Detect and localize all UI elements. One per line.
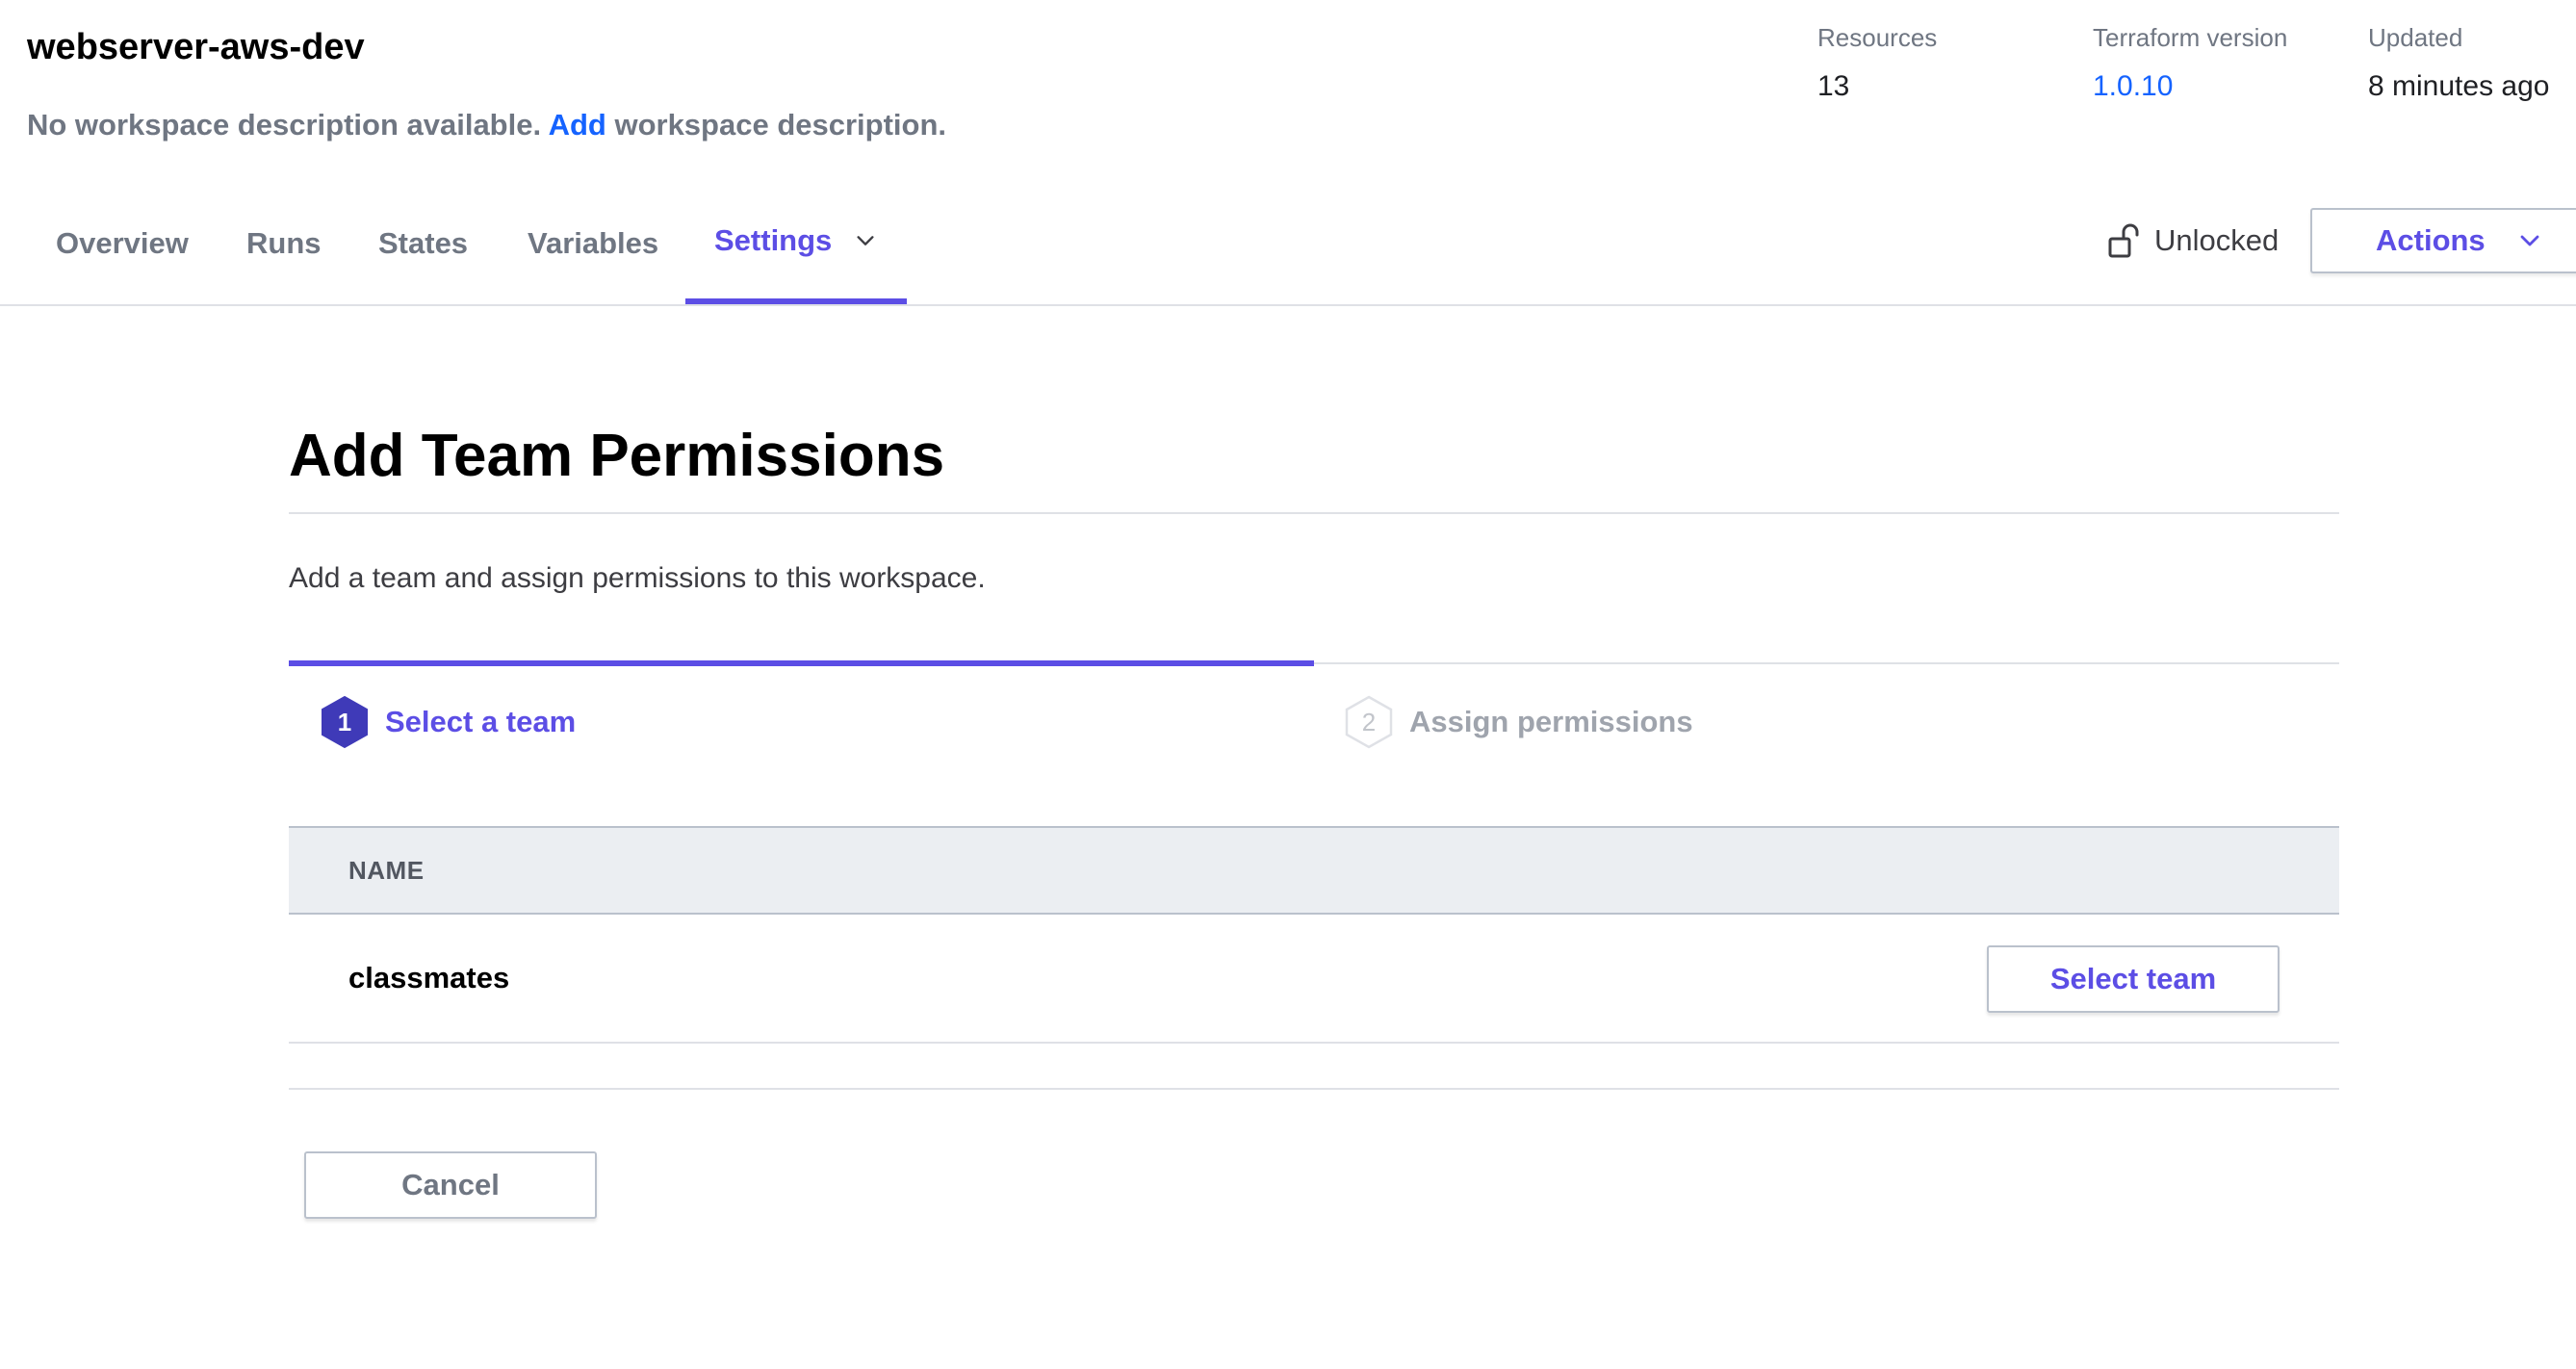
steps-indicator: 1 Select a team 2 Assign permissions — [289, 660, 2339, 759]
unlock-icon — [2108, 223, 2139, 258]
step-number-badge: 1 — [320, 695, 370, 749]
resources-value: 13 — [1817, 70, 1850, 102]
step-assign-permissions: 2 Assign permissions — [1344, 695, 1693, 749]
step-number: 2 — [1361, 707, 1377, 736]
workspace-header: webserver-aws-dev No workspace descripti… — [0, 0, 2576, 183]
page-intro: Add a team and assign permissions to thi… — [289, 562, 986, 594]
workspace-description: No workspace description available. Add … — [27, 108, 946, 142]
lock-status-label: Unlocked — [2154, 223, 2280, 257]
terraform-version-link[interactable]: 1.0.10 — [2093, 70, 2287, 103]
terraform-version-label: Terraform version — [2093, 23, 2288, 52]
tab-label: Variables — [528, 226, 659, 260]
select-team-button[interactable]: Select team — [1987, 945, 2280, 1013]
actions-label: Actions — [2376, 223, 2486, 257]
tab-variables[interactable]: Variables — [499, 183, 687, 304]
step-select-team: 1 Select a team — [320, 695, 576, 749]
step-number-badge: 2 — [1344, 695, 1394, 749]
resources-label: Resources — [1817, 23, 1938, 52]
tab-overview[interactable]: Overview — [27, 183, 218, 304]
tab-label: States — [378, 226, 469, 260]
add-description-link[interactable]: Add — [549, 108, 606, 142]
page-title: Add Team Permissions — [289, 423, 945, 489]
tab-label: Runs — [246, 226, 322, 260]
meta-terraform-version: Terraform version 1.0.10 — [2093, 23, 2287, 103]
actions-button[interactable]: Actions — [2310, 208, 2576, 273]
updated-label: Updated — [2368, 23, 2463, 52]
description-text: No workspace description available. — [27, 108, 542, 142]
tab-label: Overview — [56, 226, 189, 260]
tab-label: Settings — [714, 223, 833, 257]
steps-progress-bar — [289, 660, 1314, 666]
form-divider — [289, 1088, 2339, 1090]
column-header-name: NAME — [348, 855, 425, 885]
team-name: classmates — [348, 961, 510, 994]
meta-resources: Resources 13 — [1817, 23, 1937, 103]
chevron-down-icon — [2520, 235, 2539, 246]
lock-status[interactable]: Unlocked — [2108, 218, 2279, 264]
table-row: classmates Select team — [289, 915, 2339, 1044]
teams-table: NAME classmates Select team — [289, 826, 2339, 1044]
tab-settings[interactable]: Settings — [685, 183, 907, 304]
step-label: Select a team — [385, 705, 577, 738]
description-suffix: workspace description. — [614, 108, 947, 142]
cancel-button[interactable]: Cancel — [304, 1151, 597, 1219]
step-label: Assign permissions — [1409, 705, 1693, 738]
tab-runs[interactable]: Runs — [218, 183, 350, 304]
chevron-down-icon — [857, 236, 874, 245]
tab-states[interactable]: States — [349, 183, 497, 304]
meta-updated: Updated 8 minutes ago — [2368, 23, 2549, 103]
workspace-title: webserver-aws-dev — [27, 27, 365, 67]
title-divider — [289, 512, 2339, 514]
step-number: 1 — [337, 707, 352, 736]
table-header: NAME — [289, 826, 2339, 915]
updated-value: 8 minutes ago — [2368, 70, 2550, 102]
